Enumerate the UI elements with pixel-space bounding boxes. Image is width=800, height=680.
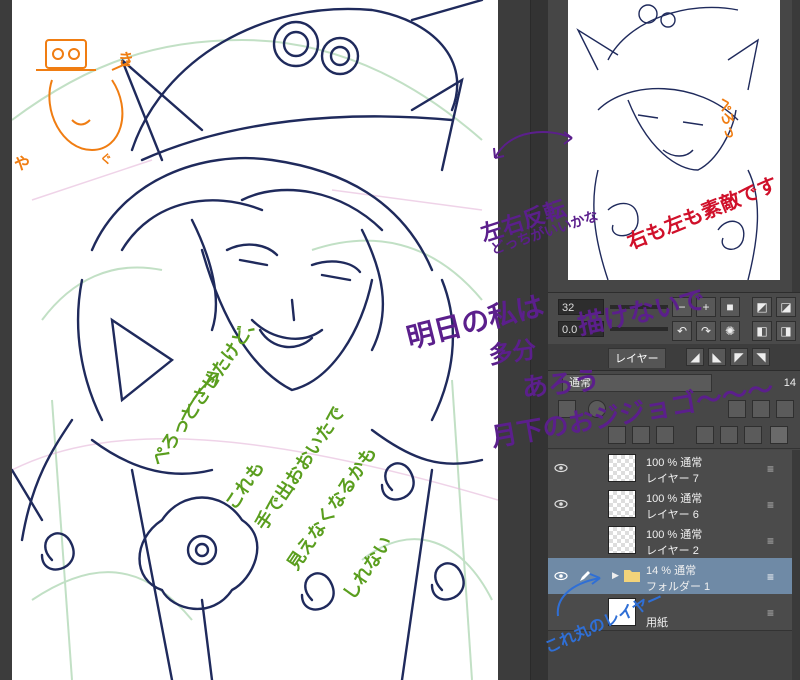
layer-panel: レイヤー ◢ ◣ ◤ ◥ 通常 14 100 % 通常 レイヤー 7 ≡ 100… bbox=[548, 344, 800, 680]
reset-rotation-icon[interactable]: ✺ bbox=[720, 321, 740, 341]
rotation-slider[interactable] bbox=[610, 327, 668, 331]
layer-actions-row bbox=[548, 422, 800, 449]
canvas-page[interactable] bbox=[12, 0, 498, 680]
layer-mode: 100 % 通常 bbox=[646, 529, 703, 541]
mirror-vertical-icon[interactable]: ◨ bbox=[776, 321, 796, 341]
folder-expand-icon[interactable]: ▶ bbox=[612, 570, 619, 581]
canvas-area[interactable] bbox=[0, 0, 548, 680]
navigator-panel bbox=[548, 0, 800, 292]
panel-tabs: レイヤー ◢ ◣ ◤ ◥ bbox=[548, 344, 800, 371]
mirror-icon[interactable]: ◧ bbox=[752, 321, 772, 341]
flip-horizontal-icon[interactable]: ◩ bbox=[752, 297, 772, 317]
tab-icon-4[interactable]: ◥ bbox=[752, 348, 770, 366]
blend-row: 通常 14 bbox=[548, 370, 800, 396]
layer-list: 100 % 通常 レイヤー 7 ≡ 100 % 通常 レイヤー 6 ≡ 100 … bbox=[548, 450, 800, 680]
opacity-value[interactable]: 14 bbox=[760, 374, 796, 392]
mask-icon[interactable] bbox=[588, 400, 606, 418]
color-square-icon[interactable] bbox=[558, 400, 576, 418]
layer-row[interactable]: 100 % 通常 レイヤー 2 ≡ bbox=[548, 522, 792, 559]
layer-name: 用紙 bbox=[646, 617, 668, 629]
layer-property-row bbox=[548, 396, 800, 422]
tab-icon-1[interactable]: ◢ bbox=[686, 348, 704, 366]
new-layer-icon[interactable] bbox=[608, 426, 626, 444]
navigator-thumbnail bbox=[576, 4, 760, 280]
transfer-icon[interactable] bbox=[696, 426, 714, 444]
mask-apply-icon[interactable] bbox=[744, 426, 762, 444]
layer-mode: 14 % 通常 bbox=[646, 565, 697, 577]
layer-drag-handle-icon[interactable]: ≡ bbox=[767, 570, 774, 584]
layer-drag-handle-icon[interactable]: ≡ bbox=[767, 462, 774, 476]
lock-icon[interactable] bbox=[728, 400, 746, 418]
tab-icon-2[interactable]: ◣ bbox=[708, 348, 726, 366]
eye-icon[interactable] bbox=[554, 461, 568, 475]
blend-mode-select[interactable]: 通常 bbox=[562, 374, 712, 392]
new-folder-icon[interactable] bbox=[632, 426, 650, 444]
layer-name: フォルダー 1 bbox=[646, 581, 711, 593]
navigator-scrollbar[interactable] bbox=[792, 0, 800, 292]
pen-icon bbox=[580, 571, 590, 581]
trash-icon[interactable] bbox=[770, 426, 788, 444]
zoom-field[interactable]: 32 bbox=[558, 299, 604, 315]
reference-icon[interactable] bbox=[776, 400, 794, 418]
flip-vertical-icon[interactable]: ◪ bbox=[776, 297, 796, 317]
tab-icon-3[interactable]: ◤ bbox=[730, 348, 748, 366]
layer-row-folder[interactable]: ▶ 14 % 通常 フォルダー 1 ≡ bbox=[548, 558, 792, 595]
layer-drag-handle-icon[interactable]: ≡ bbox=[767, 498, 774, 512]
layer-drag-handle-icon[interactable]: ≡ bbox=[767, 534, 774, 548]
clip-icon[interactable] bbox=[752, 400, 770, 418]
clip-studio-window: 32 − + ■ ◩ ◪ 0.0 ↶ ↷ ✺ ◧ ◨ レイヤー ◢ ◣ ◤ ◥ … bbox=[0, 0, 800, 680]
tab-layer[interactable]: レイヤー bbox=[608, 348, 666, 368]
layer-thumbnail bbox=[608, 526, 636, 554]
layer-row-paper[interactable]: 用紙 ≡ bbox=[548, 594, 792, 631]
eye-icon[interactable] bbox=[554, 497, 568, 511]
sketch-drawing bbox=[12, 0, 498, 680]
rotation-field[interactable]: 0.0 bbox=[558, 321, 604, 337]
layer-row[interactable]: 100 % 通常 レイヤー 7 ≡ bbox=[548, 450, 792, 487]
layer-name: レイヤー 6 bbox=[646, 509, 699, 521]
merge-down-icon[interactable] bbox=[656, 426, 674, 444]
mask-add-icon[interactable] bbox=[720, 426, 738, 444]
navigator-preview[interactable] bbox=[568, 0, 780, 280]
navigator-controls: 32 − + ■ ◩ ◪ 0.0 ↶ ↷ ✺ ◧ ◨ bbox=[548, 292, 800, 345]
layer-name: レイヤー 7 bbox=[646, 473, 699, 485]
zoom-out-icon[interactable]: − bbox=[672, 297, 692, 317]
layer-thumbnail bbox=[608, 598, 636, 626]
layer-thumbnail bbox=[608, 490, 636, 518]
rotate-right-icon[interactable]: ↷ bbox=[696, 321, 716, 341]
panel-splitter[interactable] bbox=[530, 0, 549, 680]
layer-name: レイヤー 2 bbox=[646, 545, 699, 557]
eye-icon[interactable] bbox=[554, 569, 568, 583]
layer-mode: 100 % 通常 bbox=[646, 493, 703, 505]
layer-thumbnail bbox=[608, 454, 636, 482]
zoom-slider[interactable] bbox=[610, 305, 668, 309]
layer-list-scrollbar[interactable] bbox=[792, 450, 800, 680]
layer-row[interactable]: 100 % 通常 レイヤー 6 ≡ bbox=[548, 486, 792, 523]
layer-drag-handle-icon[interactable]: ≡ bbox=[767, 606, 774, 620]
zoom-in-icon[interactable]: + bbox=[696, 297, 716, 317]
folder-icon bbox=[624, 570, 640, 582]
rotate-left-icon[interactable]: ↶ bbox=[672, 321, 692, 341]
fit-icon[interactable]: ■ bbox=[720, 297, 740, 317]
layer-mode: 100 % 通常 bbox=[646, 457, 703, 469]
